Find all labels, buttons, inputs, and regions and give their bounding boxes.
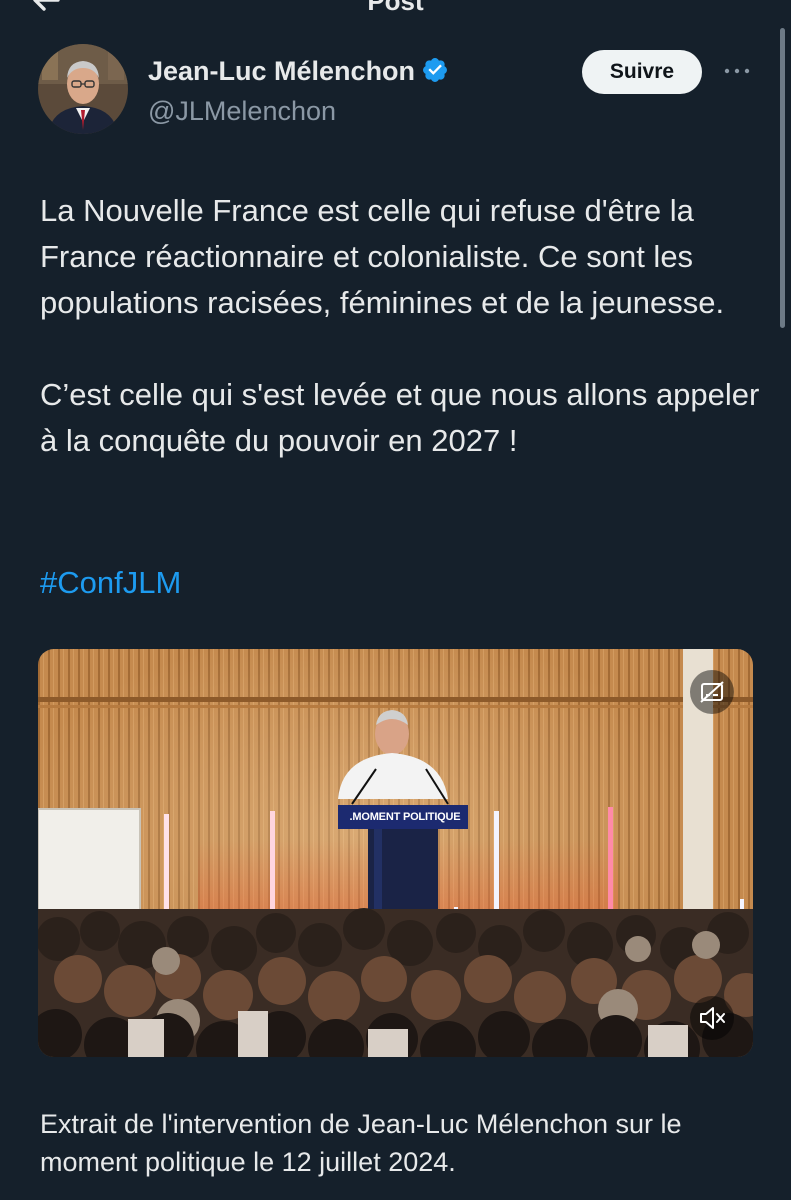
author-handle[interactable]: @JLMelenchon — [148, 96, 336, 127]
volume-muted-icon — [700, 1007, 725, 1029]
more-options-button[interactable] — [720, 56, 754, 86]
captions-button[interactable] — [690, 670, 734, 714]
verified-badge-icon — [421, 56, 449, 91]
author-name[interactable]: Jean-Luc Mélenchon — [148, 56, 449, 91]
captions-off-icon — [700, 681, 724, 703]
video-frame — [38, 649, 753, 1057]
follow-button[interactable]: Suivre — [582, 50, 702, 94]
post-paragraph: La Nouvelle France est celle qui refuse … — [40, 193, 725, 320]
media-caption: Extrait de l'intervention de Jean-Luc Mé… — [40, 1109, 682, 1177]
author-name-text: Jean-Luc Mélenchon — [148, 56, 416, 86]
post-paragraph: C’est celle qui s'est levée et que nous … — [40, 377, 760, 458]
avatar[interactable] — [38, 44, 128, 134]
scrollbar[interactable] — [780, 28, 785, 328]
mute-button[interactable] — [690, 996, 734, 1040]
video-player[interactable] — [38, 649, 753, 1057]
podium-sign: .MOMENT POLITIQUE — [349, 811, 461, 823]
more-dots-icon — [724, 68, 750, 74]
top-bar: Post — [0, 0, 791, 24]
page-title: Post — [367, 0, 424, 16]
post-text: La Nouvelle France est celle qui refuse … — [40, 188, 770, 464]
hashtag-link[interactable]: #ConfJLM — [40, 560, 181, 606]
